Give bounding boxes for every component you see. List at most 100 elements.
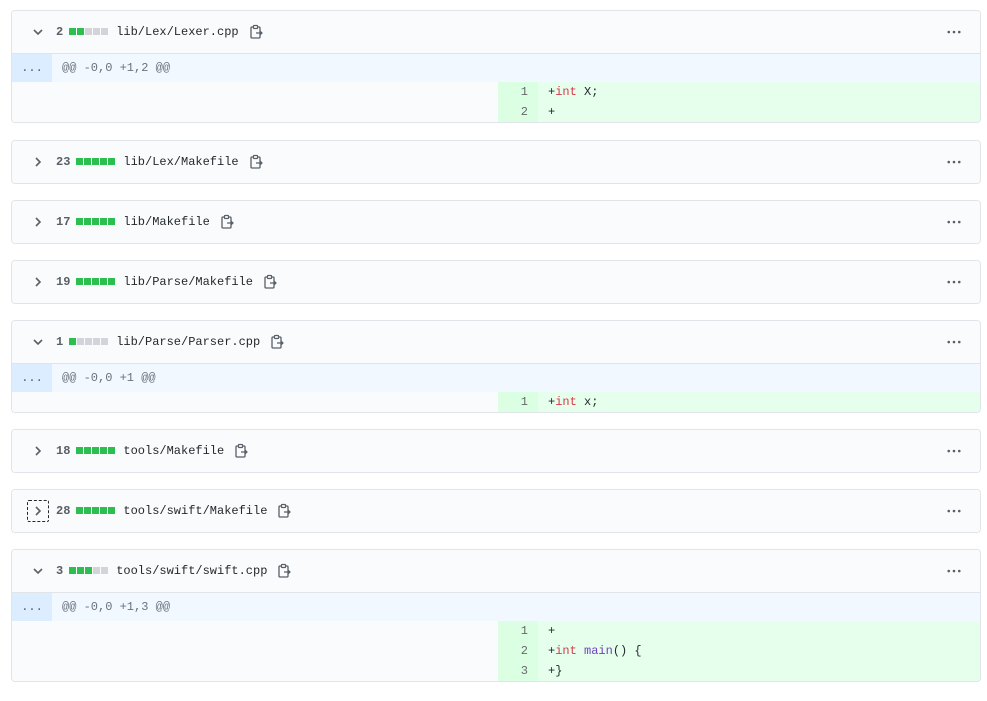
- code-line: +int x;: [538, 392, 980, 412]
- file-path-link[interactable]: lib/Parse/Parser.cpp: [116, 335, 260, 349]
- code-token: x;: [576, 395, 599, 409]
- diffstat-bar: [69, 28, 109, 35]
- hunk-header: ... @@ -0,0 +1,3 @@: [12, 593, 980, 621]
- expand-context-button[interactable]: ...: [12, 593, 52, 621]
- line-number[interactable]: 1: [498, 621, 538, 641]
- empty-old-side: [12, 392, 498, 412]
- diffstat-block-added: [108, 278, 116, 285]
- diffstat-block-added: [84, 447, 92, 454]
- file-header: 2 lib/Lex/Lexer.cpp: [12, 11, 980, 54]
- empty-old-side: [12, 82, 498, 102]
- diff-file: 23 lib/Lex/Makefile: [11, 140, 981, 184]
- diffstat-block-added: [84, 218, 92, 225]
- diffstat-block-neutral: [93, 28, 101, 35]
- file-path-link[interactable]: lib/Makefile: [123, 215, 209, 229]
- diffstat-block-added: [76, 507, 84, 514]
- collapse-toggle-button[interactable]: [27, 331, 49, 353]
- chevron-right-icon: [32, 156, 44, 168]
- diff-line-added: 1 +int x;: [12, 392, 980, 412]
- diffstat-block-added: [69, 567, 77, 574]
- chevron-right-icon: [32, 505, 44, 517]
- collapse-toggle-button[interactable]: [27, 21, 49, 43]
- file-path-link[interactable]: lib/Lex/Makefile: [123, 155, 238, 169]
- diffstat-block-added: [76, 447, 84, 454]
- expand-toggle-button[interactable]: [27, 500, 49, 522]
- kebab-horizontal-icon[interactable]: [946, 564, 962, 578]
- diffstat-block-added: [108, 158, 116, 165]
- diffstat-block-added: [76, 158, 84, 165]
- diffstat-block-added: [76, 218, 84, 225]
- kebab-horizontal-icon[interactable]: [946, 335, 962, 349]
- expand-context-button[interactable]: ...: [12, 54, 52, 82]
- diffstat-block-added: [100, 158, 108, 165]
- clipboard-copy-icon[interactable]: [249, 24, 263, 40]
- file-path-link[interactable]: tools/swift/Makefile: [123, 504, 267, 518]
- expand-toggle-button[interactable]: [27, 151, 49, 173]
- clipboard-copy-icon[interactable]: [234, 443, 249, 459]
- diffstat-block-neutral: [101, 28, 109, 35]
- expand-toggle-button[interactable]: [27, 211, 49, 233]
- clipboard-copy-icon[interactable]: [270, 334, 285, 350]
- diffstat-block-added: [85, 567, 93, 574]
- diffstat-bar: [69, 338, 109, 345]
- kebab-horizontal-icon[interactable]: [946, 155, 962, 169]
- diffstat-bar: [76, 218, 116, 225]
- diff-line-added: 3 +}: [12, 661, 980, 681]
- diffstat-block-added: [77, 28, 85, 35]
- code-token: X;: [576, 85, 599, 99]
- empty-old-side: [12, 621, 498, 641]
- keyword-token: int: [555, 395, 577, 409]
- hunk-range: @@ -0,0 +1,3 @@: [62, 600, 171, 614]
- clipboard-copy-icon[interactable]: [277, 563, 292, 579]
- expand-toggle-button[interactable]: [27, 271, 49, 293]
- clipboard-copy-icon[interactable]: [277, 503, 292, 519]
- collapse-toggle-button[interactable]: [27, 560, 49, 582]
- file-path-link[interactable]: tools/Makefile: [123, 444, 224, 458]
- diffstat-block-neutral: [93, 338, 101, 345]
- line-number[interactable]: 2: [498, 102, 538, 122]
- code-line: +int X;: [538, 82, 980, 102]
- kebab-horizontal-icon[interactable]: [946, 275, 962, 289]
- file-header: 17 lib/Makefile: [12, 201, 980, 243]
- expand-context-button[interactable]: ...: [12, 364, 52, 392]
- clipboard-copy-icon[interactable]: [220, 214, 234, 230]
- diffstat-block-neutral: [101, 338, 109, 345]
- diffstat-block-added: [84, 158, 92, 165]
- diffstat-block-added: [108, 507, 116, 514]
- line-number[interactable]: 1: [498, 82, 538, 102]
- diff-file: 19 lib/Parse/Makefile: [11, 260, 981, 304]
- diffstat-bar: [76, 158, 116, 165]
- code-line: +int main() {: [538, 641, 980, 661]
- line-number[interactable]: 1: [498, 392, 538, 412]
- file-path-link[interactable]: tools/swift/swift.cpp: [116, 564, 267, 578]
- chevron-down-icon: [32, 336, 44, 348]
- file-path-link[interactable]: lib/Parse/Makefile: [123, 275, 253, 289]
- file-header: 23 lib/Lex/Makefile: [12, 141, 980, 183]
- hunk-range: @@ -0,0 +1,2 @@: [62, 61, 171, 75]
- diffstat-block-added: [100, 507, 108, 514]
- kebab-horizontal-icon[interactable]: [946, 215, 962, 229]
- kebab-horizontal-icon[interactable]: [946, 504, 962, 518]
- clipboard-copy-icon[interactable]: [263, 274, 277, 290]
- diffstat-block-added: [100, 218, 108, 225]
- change-count: 2: [56, 25, 64, 39]
- line-number[interactable]: 3: [498, 661, 538, 681]
- diffstat-block-added: [92, 447, 100, 454]
- kebab-horizontal-icon[interactable]: [946, 444, 962, 458]
- clipboard-copy-icon[interactable]: [249, 154, 263, 170]
- code-token: () {: [612, 644, 642, 658]
- diffstat-block-added: [84, 278, 92, 285]
- change-count: 1: [56, 335, 64, 349]
- file-path-link[interactable]: lib/Lex/Lexer.cpp: [116, 25, 238, 39]
- diffstat-block-added: [92, 218, 100, 225]
- code-token: +: [548, 105, 556, 119]
- line-number[interactable]: 2: [498, 641, 538, 661]
- diff-file: 3 tools/swift/swift.cpp... @@ -0,0 +1,3 @@…: [11, 549, 981, 682]
- diff-line-added: 2 +: [12, 102, 980, 122]
- diffstat-block-added: [84, 507, 92, 514]
- diffstat-block-neutral: [77, 338, 85, 345]
- change-count: 19: [56, 275, 71, 289]
- expand-toggle-button[interactable]: [27, 440, 49, 462]
- kebab-horizontal-icon[interactable]: [946, 25, 962, 39]
